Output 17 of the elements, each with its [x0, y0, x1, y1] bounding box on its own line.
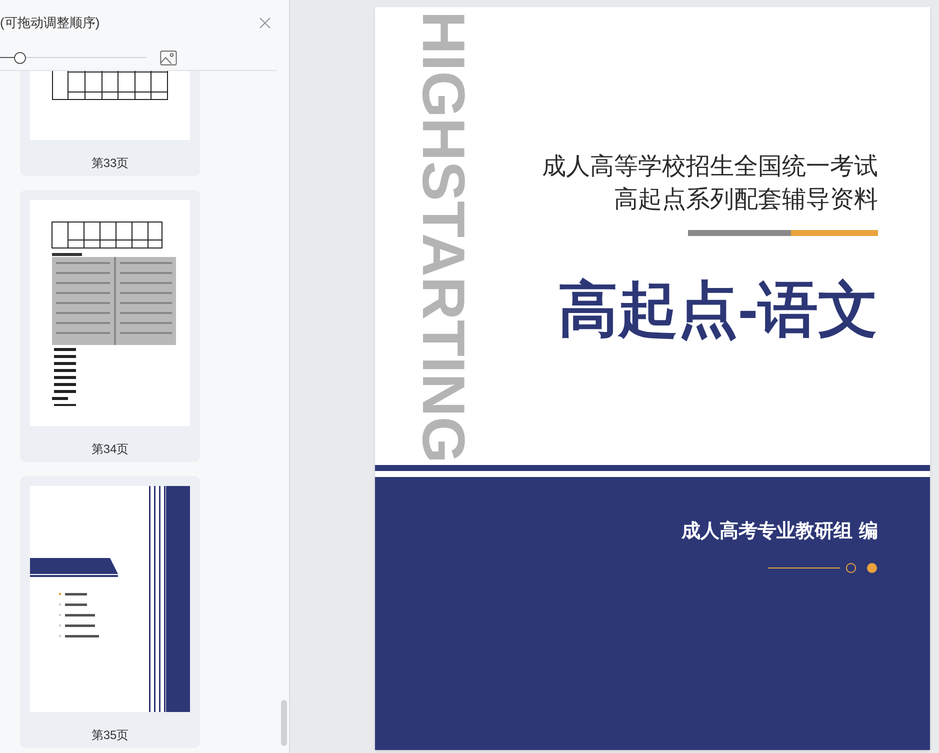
page-thumbnail-card[interactable]: 第34页: [20, 190, 200, 462]
scrollbar-thumb[interactable]: [281, 700, 287, 746]
cover-watermark-text: HIGHSTARTING: [413, 11, 473, 464]
zoom-slider[interactable]: [0, 52, 146, 64]
page-number-label: 第33页: [91, 155, 129, 172]
panel-title: (可拖动调整顺序): [0, 14, 100, 32]
slider-thumb[interactable]: [14, 52, 26, 64]
page-thumbnail-card[interactable]: 第35页: [20, 476, 200, 748]
cover-subtitle: 成人高等学校招生全国统一考试: [542, 151, 878, 182]
page-thumbnail-card[interactable]: 第33页: [20, 71, 200, 176]
cover-subtitle: 高起点系列配套辅导资料: [614, 184, 878, 215]
cover-editor: 成人高考专业教研组 编: [681, 519, 878, 544]
page-number-label: 第34页: [91, 441, 129, 458]
close-icon[interactable]: [259, 17, 271, 29]
image-icon[interactable]: [160, 50, 177, 66]
cover-title: 高起点-语文: [558, 280, 878, 340]
page-number-label: 第35页: [91, 727, 129, 744]
